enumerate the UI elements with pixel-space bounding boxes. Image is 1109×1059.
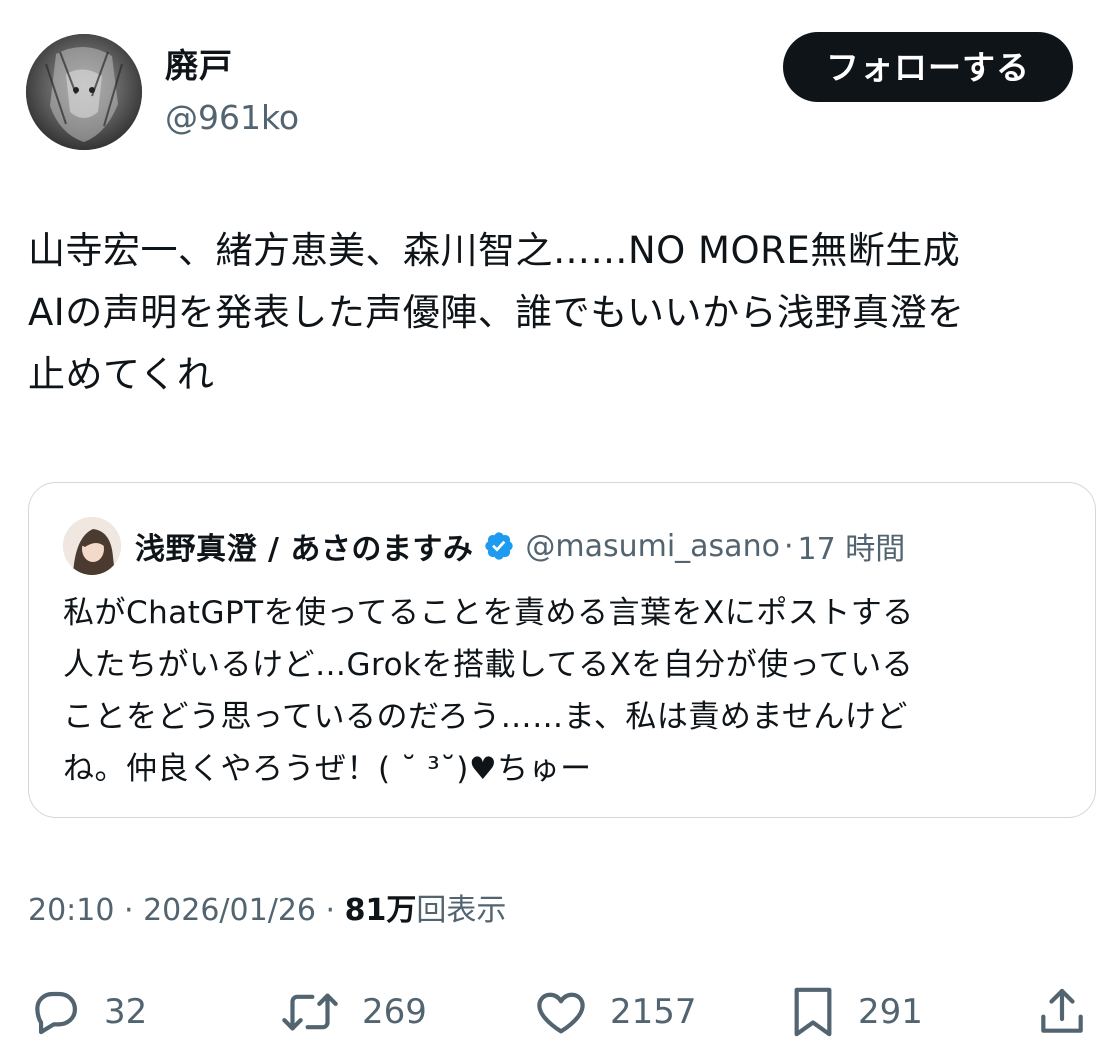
bookmark-count: 291: [858, 992, 923, 1032]
bookmark-icon: [794, 987, 832, 1037]
quote-text: 私がChatGPTを使ってることを責める言葉をXにポストする 人たちがいるけど……: [63, 595, 914, 787]
tweet-text: 山寺宏一、緒方恵美、森川智之……NO MORE無断生成 AIの声明を発表した声優…: [28, 229, 965, 396]
avatar-image: [26, 34, 142, 150]
action-bar: 32 269 2157 291: [0, 980, 1109, 1044]
tweet-date[interactable]: 2026/01/26: [143, 893, 316, 928]
avatar[interactable]: [26, 34, 142, 150]
heart-icon: [537, 992, 585, 1034]
reply-icon: [35, 991, 77, 1035]
share-icon: [1041, 988, 1083, 1033]
views-label: 回表示: [416, 893, 507, 928]
reply-button[interactable]: 32: [28, 980, 147, 1044]
verified-badge-icon: [485, 532, 514, 560]
meta-separator: ·: [114, 893, 144, 928]
repost-button[interactable]: 269: [278, 980, 427, 1044]
meta-separator: ·: [316, 893, 345, 928]
quote-handle[interactable]: @masumi_asano: [525, 529, 780, 564]
quote-avatar-image: [63, 517, 121, 575]
tweet-time[interactable]: 20:10: [28, 893, 114, 928]
quote-header: 浅野真澄 / あさのますみ @masumi_asano · 17 時間: [135, 523, 905, 569]
quote-separator: ·: [783, 528, 794, 564]
share-button[interactable]: [1034, 980, 1090, 1044]
quote-avatar[interactable]: [63, 517, 121, 575]
quoted-tweet-card[interactable]: 浅野真澄 / あさのますみ @masumi_asano · 17 時間 私がCh…: [28, 482, 1096, 818]
repost-count: 269: [362, 992, 427, 1032]
bookmark-button[interactable]: 291: [788, 980, 923, 1044]
quote-timestamp[interactable]: 17 時間: [797, 524, 905, 568]
like-count: 2157: [610, 992, 697, 1032]
like-button[interactable]: 2157: [532, 980, 697, 1044]
follow-button[interactable]: フォローする: [783, 32, 1073, 102]
tweet-meta: 20:10 · 2026/01/26 · 81万回表示: [28, 888, 506, 934]
author-display-name[interactable]: 廃戸: [165, 44, 233, 88]
repost-icon: [282, 993, 338, 1031]
quote-display-name[interactable]: 浅野真澄 / あさのますみ: [135, 524, 473, 568]
views-count[interactable]: 81万: [345, 893, 417, 928]
reply-count: 32: [104, 992, 148, 1032]
author-handle[interactable]: @961ko: [165, 96, 299, 140]
